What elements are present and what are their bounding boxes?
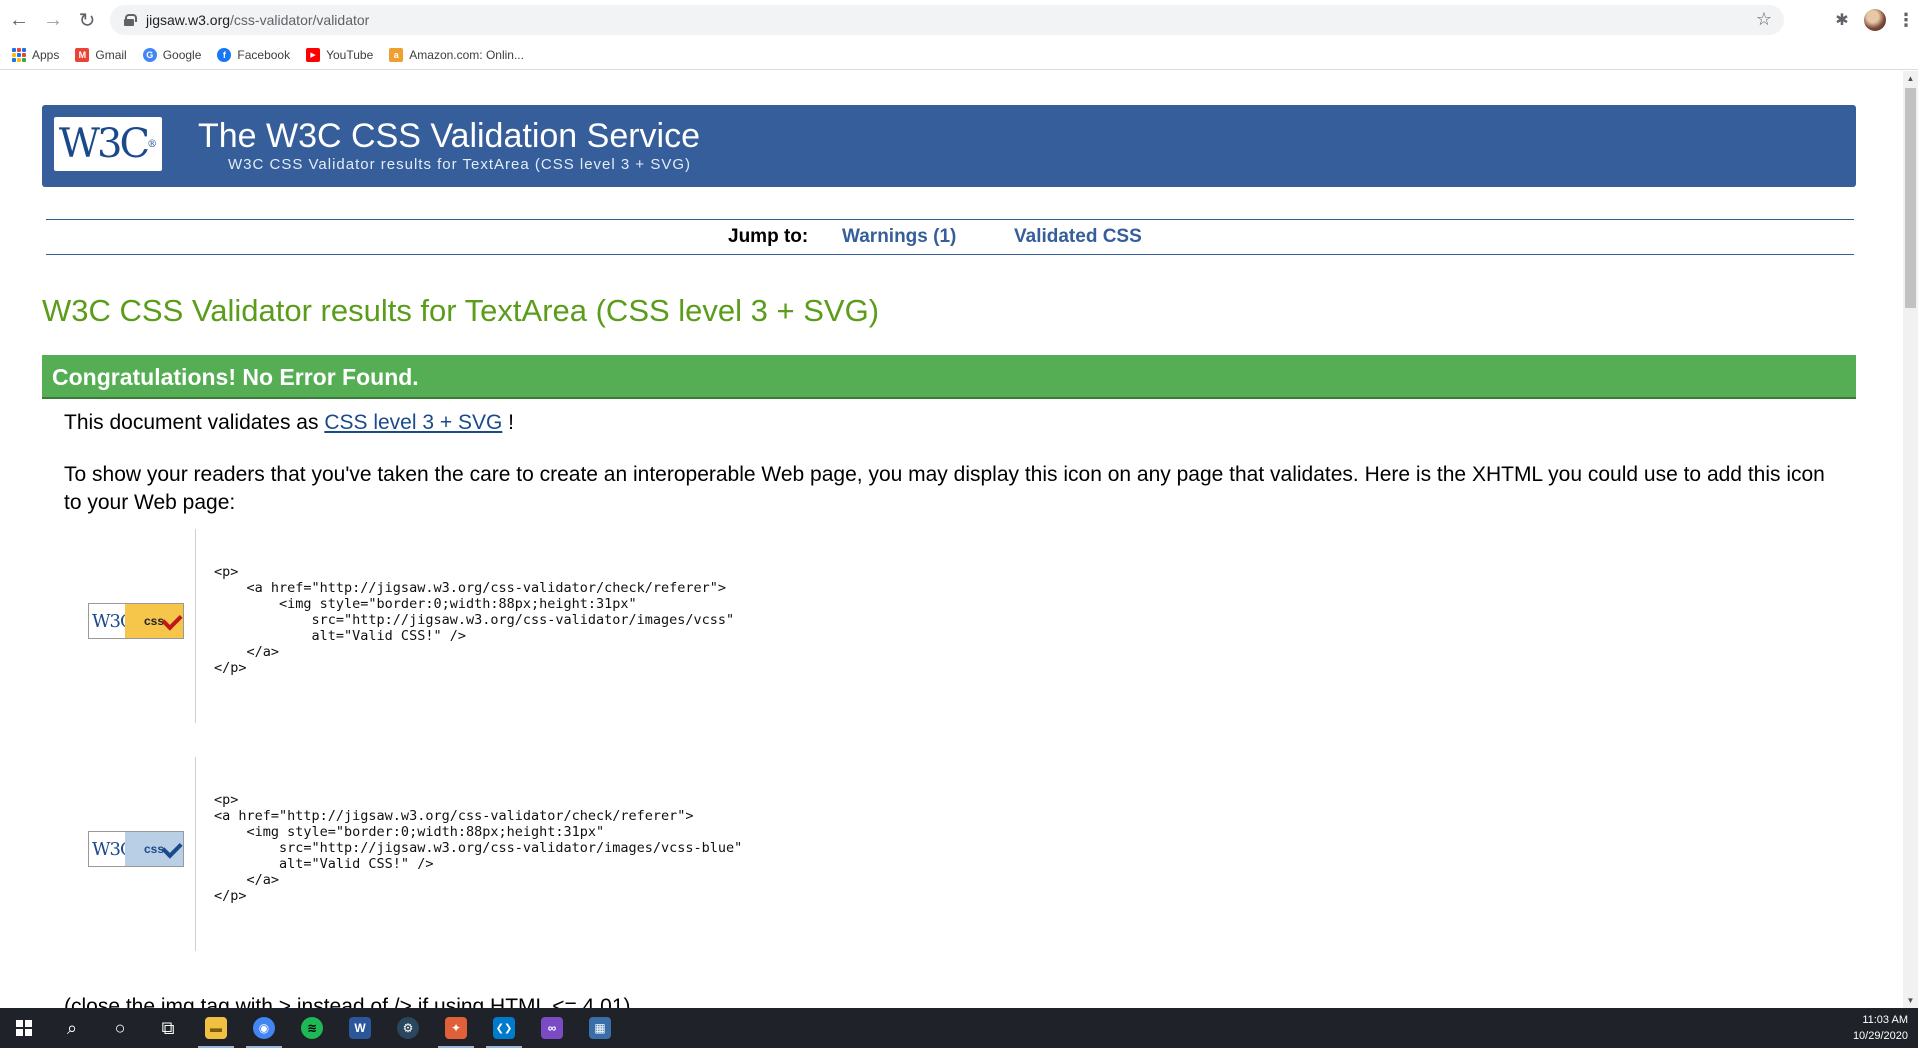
- code-divider: [195, 529, 196, 723]
- gmail-icon: M: [75, 47, 90, 62]
- browser-menu-icon[interactable]: ⋮: [1894, 10, 1918, 31]
- success-message: Congratulations! No Error Found.: [52, 364, 419, 390]
- taskbar-git-app-icon[interactable]: ✦: [432, 1008, 480, 1048]
- youtube-icon: ▶: [306, 47, 321, 62]
- checkmark-icon: [161, 837, 183, 859]
- cortana-icon[interactable]: ○: [96, 1008, 144, 1048]
- extensions-puzzle-icon[interactable]: ✱: [1828, 10, 1856, 30]
- checkmark-icon: [161, 609, 183, 631]
- validated-css-link[interactable]: Validated CSS: [1014, 226, 1142, 248]
- badge-code-snippet[interactable]: <p> <a href="http://jigsaw.w3.org/css-va…: [214, 792, 742, 904]
- clock-date: 10/29/2020: [1852, 1030, 1908, 1042]
- scrollbar-thumb[interactable]: [1905, 88, 1916, 308]
- css-profile-link[interactable]: CSS level 3 + SVG: [324, 411, 502, 434]
- taskbar-vscode-icon[interactable]: ❮❯: [480, 1008, 528, 1048]
- taskbar-word-icon[interactable]: W: [336, 1008, 384, 1048]
- page-viewport: W3C ® The W3C CSS Validation Service W3C …: [0, 71, 1903, 1008]
- bookmark-amazon[interactable]: a Amazon.com: Onlin...: [389, 47, 524, 62]
- code-divider: [195, 757, 196, 951]
- icon-instructions: To show your readers that you've taken t…: [64, 463, 1825, 514]
- results-heading: W3C CSS Validator results for TextArea (…: [42, 293, 880, 328]
- browser-toolbar: ← → ↻ jigsaw.w3.org/css-validator/valida…: [0, 0, 1918, 40]
- valid-css-badge-blue[interactable]: W3C css: [88, 831, 184, 867]
- search-icon[interactable]: ⌕: [48, 1008, 96, 1048]
- validates-sentence: This document validates as CSS level 3 +…: [64, 411, 514, 434]
- apps-grid-icon: [12, 47, 26, 62]
- bookmark-star-icon[interactable]: ☆: [1756, 9, 1772, 30]
- taskbar-visual-studio-icon[interactable]: ∞: [528, 1008, 576, 1048]
- taskbar-calculator-icon[interactable]: ▦: [576, 1008, 624, 1048]
- bookmark-apps[interactable]: Apps: [12, 47, 59, 62]
- profile-avatar[interactable]: [1864, 9, 1886, 31]
- badge-block-gold: W3C css <p> <a href="http://jigsaw.w3.or…: [64, 529, 964, 723]
- badge-code-snippet[interactable]: <p> <a href="http://jigsaw.w3.org/css-va…: [214, 564, 734, 676]
- amazon-icon: a: [389, 47, 404, 62]
- facebook-icon: f: [217, 47, 232, 62]
- back-icon[interactable]: ←: [4, 5, 34, 35]
- jump-to-label: Jump to:: [728, 226, 809, 247]
- bookmark-youtube[interactable]: ▶ YouTube: [306, 47, 373, 62]
- windows-taskbar: ⌕ ○ ⧉ ▬ ◉ ≋ W ⚙ ✦ ❮❯ ∞ ▦ 11:03 AM 10/29/…: [0, 1008, 1918, 1048]
- bookmark-gmail[interactable]: M Gmail: [75, 47, 127, 62]
- validator-banner: W3C ® The W3C CSS Validation Service W3C …: [42, 105, 1856, 187]
- task-view-icon[interactable]: ⧉: [144, 1008, 192, 1048]
- windows-start-icon[interactable]: [0, 1008, 48, 1048]
- clock-time: 11:03 AM: [1862, 1014, 1908, 1026]
- reload-icon[interactable]: ↻: [72, 5, 102, 35]
- page-subtitle: W3C CSS Validator results for TextArea (…: [228, 156, 692, 173]
- url-text[interactable]: jigsaw.w3.org/css-validator/validator: [146, 12, 369, 28]
- google-icon: G: [142, 47, 157, 62]
- lock-icon[interactable]: [124, 14, 137, 26]
- taskbar-spotify-icon[interactable]: ≋: [288, 1008, 336, 1048]
- w3c-logo[interactable]: W3C ®: [54, 117, 162, 171]
- badge-block-blue: W3C css <p> <a href="http://jigsaw.w3.or…: [64, 757, 964, 951]
- scroll-down-arrow-icon[interactable]: ▼: [1903, 993, 1918, 1008]
- bookmark-google[interactable]: G Google: [142, 47, 201, 62]
- page-scrollbar[interactable]: ▲ ▼: [1903, 71, 1918, 1008]
- system-clock[interactable]: 11:03 AM 10/29/2020: [1853, 1012, 1908, 1044]
- page-title: The W3C CSS Validation Service: [198, 117, 701, 155]
- close-tag-note: (close the img tag with > instead of /> …: [64, 995, 631, 1008]
- bookmark-facebook[interactable]: f Facebook: [217, 47, 290, 62]
- taskbar-file-explorer-icon[interactable]: ▬: [192, 1008, 240, 1048]
- success-banner: Congratulations! No Error Found.: [42, 355, 1856, 399]
- taskbar-chrome-icon[interactable]: ◉: [240, 1008, 288, 1048]
- forward-icon[interactable]: →: [38, 5, 68, 35]
- bookmarks-bar: Apps M Gmail G Google f Facebook ▶ YouTu…: [0, 40, 1918, 70]
- address-bar[interactable]: jigsaw.w3.org/css-validator/validator ☆: [110, 5, 1784, 35]
- jump-to-bar: Jump to: Warnings (1) Validated CSS: [46, 219, 1854, 255]
- taskbar-steam-icon[interactable]: ⚙: [384, 1008, 432, 1048]
- scroll-up-arrow-icon[interactable]: ▲: [1903, 71, 1918, 86]
- valid-css-badge-gold[interactable]: W3C css: [88, 603, 184, 639]
- warnings-link[interactable]: Warnings (1): [842, 226, 956, 248]
